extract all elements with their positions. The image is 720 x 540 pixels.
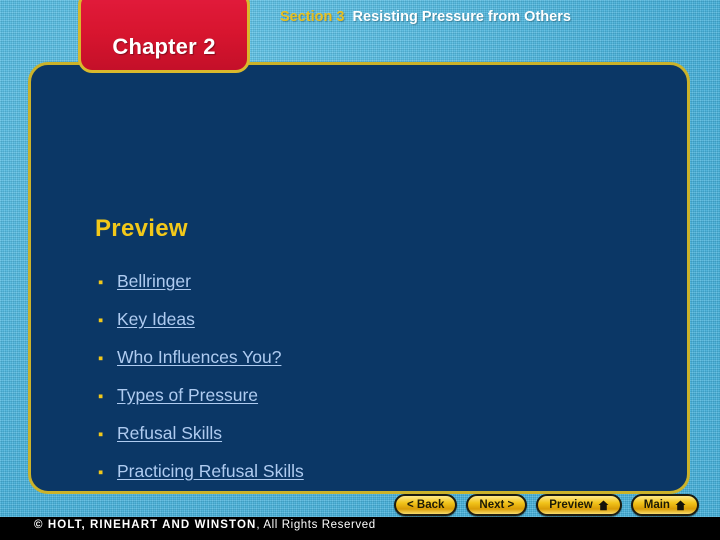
list-item[interactable]: ▪ Who Influences You? <box>95 347 615 385</box>
chapter-badge: Chapter 2 <box>78 0 250 73</box>
copyright-rights: , All Rights Reserved <box>256 519 376 531</box>
back-button[interactable]: < Back <box>394 494 458 516</box>
bullet-icon: ▪ <box>98 274 104 291</box>
link-bellringer[interactable]: Bellringer <box>117 271 191 292</box>
preview-button-label: Preview <box>549 499 593 511</box>
page-title: Preview <box>95 215 188 242</box>
content-panel: Preview ▪ Bellringer ▪ Key Ideas ▪ Who I… <box>28 62 690 494</box>
list-item[interactable]: ▪ Key Ideas <box>95 309 615 347</box>
bullet-icon: ▪ <box>98 426 104 443</box>
preview-button[interactable]: Preview <box>536 494 622 516</box>
chapter-label: Chapter 2 <box>112 34 216 59</box>
list-item[interactable]: ▪ Bellringer <box>95 271 615 309</box>
link-practicing-refusal-skills[interactable]: Practicing Refusal Skills <box>117 461 304 482</box>
home-icon <box>598 500 609 510</box>
copyright-notice: © HOLT, RINEHART AND WINSTON, All Rights… <box>34 519 376 531</box>
section-number: Section 3 <box>280 9 345 25</box>
main-button[interactable]: Main <box>630 494 699 516</box>
slide-root: Preview ▪ Bellringer ▪ Key Ideas ▪ Who I… <box>0 0 720 540</box>
bullet-icon: ▪ <box>98 350 104 367</box>
link-key-ideas[interactable]: Key Ideas <box>117 309 195 330</box>
main-button-label: Main <box>643 499 670 511</box>
list-item[interactable]: ▪ Refusal Skills <box>95 423 615 461</box>
navigation-bar: < Back Next > Preview Main <box>394 493 699 517</box>
link-refusal-skills[interactable]: Refusal Skills <box>117 423 222 444</box>
section-title: Resisting Pressure from Others <box>352 9 571 25</box>
back-button-label: < Back <box>407 499 445 511</box>
bullet-icon: ▪ <box>98 464 104 481</box>
home-icon <box>675 500 686 510</box>
next-button-label: Next > <box>479 499 515 511</box>
list-item[interactable]: ▪ Types of Pressure <box>95 385 615 423</box>
link-types-of-pressure[interactable]: Types of Pressure <box>117 385 258 406</box>
copyright-publisher: © HOLT, RINEHART AND WINSTON <box>34 519 257 531</box>
bullet-icon: ▪ <box>98 388 104 405</box>
next-button[interactable]: Next > <box>466 494 528 516</box>
section-heading: Section 3 Resisting Pressure from Others <box>280 6 615 29</box>
bullet-icon: ▪ <box>98 312 104 329</box>
link-who-influences-you[interactable]: Who Influences You? <box>117 347 281 368</box>
preview-link-list: ▪ Bellringer ▪ Key Ideas ▪ Who Influence… <box>95 271 615 499</box>
